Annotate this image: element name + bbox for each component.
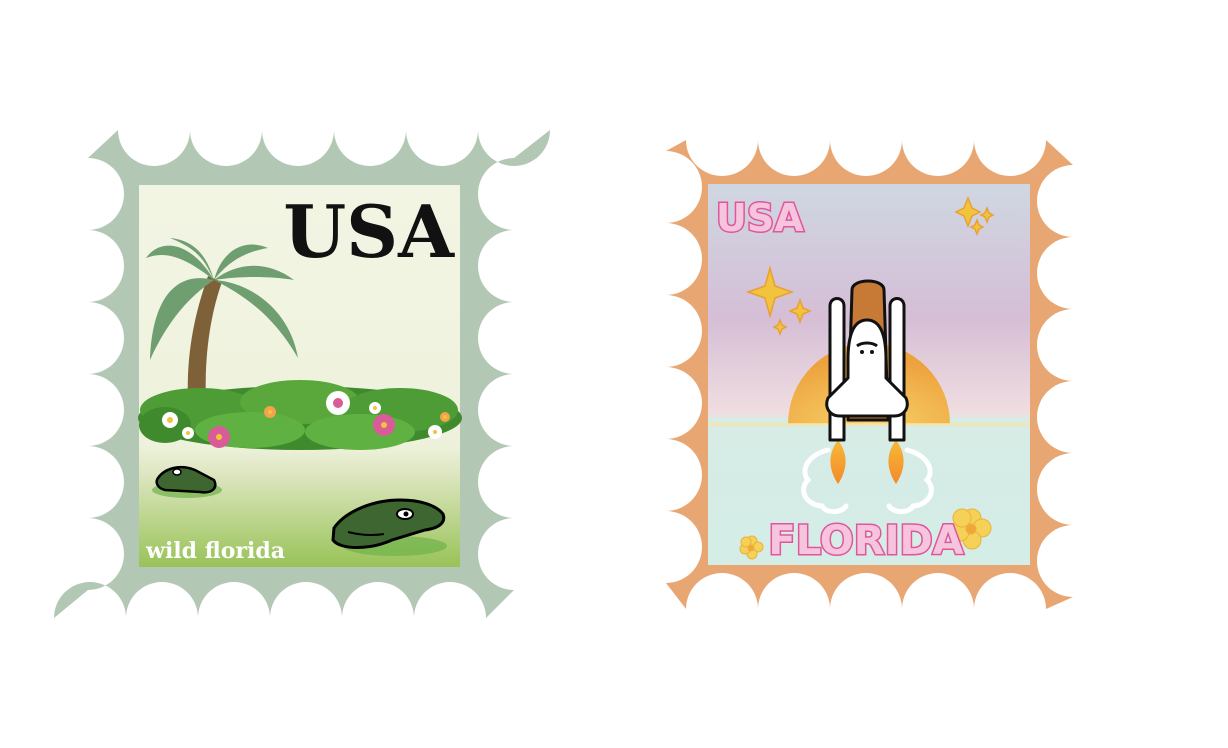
stamp-wild-florida: USA wild florida [54,130,550,618]
flower-icon [208,426,230,448]
space-shuttle-icon [825,279,909,442]
flower-icon [369,402,381,414]
flower-icon [373,414,395,436]
flower-icon [326,391,350,415]
flower-icon [182,427,194,439]
stamp-space-florida: USA FLORIDA [666,140,1073,609]
stamp-caption: wild florida [145,538,285,564]
stamp-caption: FLORIDA [768,518,963,564]
flower-icon [162,412,178,428]
stamp-country-label: USA [283,189,455,274]
horizon-line [708,423,1030,426]
stamps-canvas: USA wild florida USA FLORIDA [54,130,1073,618]
flower-icon [264,406,276,418]
flower-icon [428,425,442,439]
stamp-country-label: USA [716,196,804,240]
bushes [138,380,462,450]
flower-icon [440,412,450,422]
